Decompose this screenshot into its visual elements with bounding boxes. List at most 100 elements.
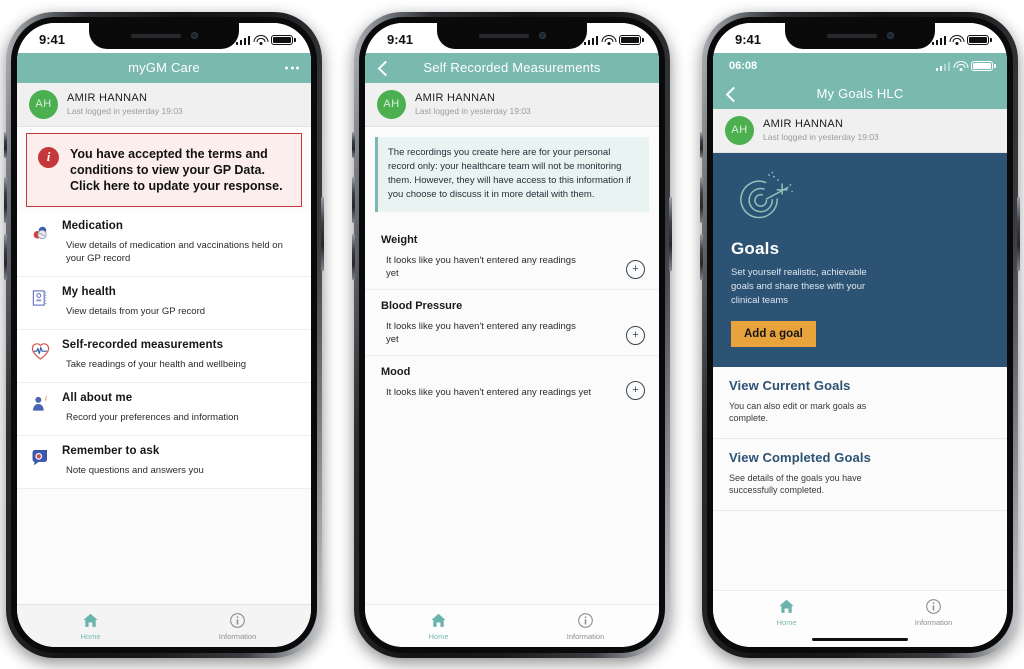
tab-home[interactable]: Home bbox=[17, 605, 164, 647]
phone-device-goals: 9:41 06:08 My Goals HLC AH AMIR HANNAN L… bbox=[700, 11, 1020, 658]
phone-device-home: 9:41 myGM Care AH AMIR HANNAN Last logge… bbox=[4, 11, 324, 658]
tab-home-label: Home bbox=[776, 617, 797, 627]
earpiece-speaker-icon bbox=[478, 33, 529, 38]
user-last-login: Last logged in yesterday 19:03 bbox=[415, 106, 531, 116]
page-title: Self Recorded Measurements bbox=[423, 60, 601, 75]
information-icon bbox=[926, 598, 941, 614]
list-item-all-about-me[interactable]: i All about me Record your preferences a… bbox=[17, 382, 311, 436]
volume-down-button[interactable] bbox=[352, 233, 355, 280]
status-time: 9:41 bbox=[387, 32, 414, 47]
heart-pulse-icon bbox=[30, 339, 52, 371]
user-name: AMIR HANNAN bbox=[415, 92, 496, 104]
goals-description: Set yourself realistic, achievable goals… bbox=[731, 266, 867, 306]
home-indicator[interactable] bbox=[713, 632, 1007, 647]
measurement-title: Mood bbox=[381, 365, 411, 378]
privacy-note: The recordings you create here are for y… bbox=[375, 136, 649, 212]
tab-bar: Home Information bbox=[365, 603, 659, 647]
list-item-my-health[interactable]: My health View details from your GP reco… bbox=[17, 276, 311, 330]
back-chevron-icon[interactable] bbox=[725, 86, 735, 102]
list-item-title: My health bbox=[62, 285, 116, 298]
page-title: My Goals HLC bbox=[816, 86, 904, 101]
tab-home[interactable]: Home bbox=[713, 591, 860, 633]
wifi-icon bbox=[253, 34, 268, 45]
power-button[interactable] bbox=[1017, 196, 1020, 271]
inner-status-time: 06:08 bbox=[729, 59, 758, 72]
terms-alert-text: You have accepted the terms and conditio… bbox=[70, 146, 283, 193]
measurement-title: Blood Pressure bbox=[381, 299, 463, 312]
measurement-block-mood[interactable]: Mood It looks like you haven't entered a… bbox=[365, 355, 659, 410]
tab-information[interactable]: Information bbox=[860, 591, 1007, 633]
front-camera-icon bbox=[190, 32, 198, 39]
volume-up-button[interactable] bbox=[4, 176, 7, 223]
home-icon bbox=[431, 613, 446, 627]
list-item-title: Medication bbox=[62, 219, 124, 232]
earpiece-speaker-icon bbox=[826, 33, 877, 38]
measurement-empty-text: It looks like you haven't entered any re… bbox=[386, 254, 576, 279]
tab-information-label: Information bbox=[218, 631, 257, 641]
goals-title: Goals bbox=[731, 238, 780, 258]
list-item-desc: View details from your GP record bbox=[66, 305, 206, 317]
wifi-icon bbox=[949, 34, 964, 45]
pills-icon bbox=[30, 220, 52, 265]
inner-status-bar: 06:08 bbox=[713, 53, 1007, 79]
list-item-self-recorded-measurements[interactable]: Self-recorded measurements Take readings… bbox=[17, 329, 311, 383]
volume-down-button[interactable] bbox=[4, 233, 7, 280]
mute-switch[interactable] bbox=[352, 131, 355, 158]
mute-switch[interactable] bbox=[4, 131, 7, 158]
volume-up-button[interactable] bbox=[700, 176, 703, 223]
add-a-goal-button[interactable]: Add a goal bbox=[731, 320, 816, 347]
front-camera-icon bbox=[538, 32, 546, 39]
measurement-block-weight[interactable]: Weight It looks like you haven't entered… bbox=[365, 223, 659, 290]
goal-link-desc: See details of the goals you have succes… bbox=[729, 472, 862, 496]
power-button[interactable] bbox=[321, 196, 324, 271]
app-header: Self Recorded Measurements bbox=[365, 52, 659, 83]
volume-up-button[interactable] bbox=[352, 176, 355, 223]
user-strip[interactable]: AH AMIR HANNAN Last logged in yesterday … bbox=[17, 82, 311, 127]
list-item-medication[interactable]: Medication View details of medication an… bbox=[17, 210, 311, 277]
avatar: AH bbox=[725, 115, 754, 145]
terms-alert-banner[interactable]: i You have accepted the terms and condit… bbox=[26, 132, 302, 207]
user-last-login: Last logged in yesterday 19:03 bbox=[67, 106, 183, 116]
home-scroll-area[interactable]: i You have accepted the terms and condit… bbox=[17, 126, 311, 604]
information-icon bbox=[578, 612, 593, 628]
measurements-scroll-area[interactable]: The recordings you create here are for y… bbox=[365, 126, 659, 604]
user-strip[interactable]: AH AMIR HANNAN Last logged in yesterday … bbox=[713, 108, 1007, 153]
front-camera-icon bbox=[886, 32, 894, 39]
tab-bar: Home Information bbox=[17, 603, 311, 647]
user-name: AMIR HANNAN bbox=[763, 118, 844, 130]
power-button[interactable] bbox=[669, 196, 672, 271]
list-item-desc: View details of medication and vaccinati… bbox=[66, 239, 283, 264]
add-icon[interactable]: + bbox=[626, 380, 645, 400]
add-icon[interactable]: + bbox=[626, 259, 645, 279]
notch bbox=[785, 22, 935, 49]
tab-home-label: Home bbox=[80, 631, 101, 641]
notch bbox=[437, 22, 587, 49]
tab-home[interactable]: Home bbox=[365, 605, 512, 647]
user-strip[interactable]: AH AMIR HANNAN Last logged in yesterday … bbox=[365, 82, 659, 127]
svg-text:i: i bbox=[45, 395, 47, 402]
goal-link-desc: You can also edit or mark goals as compl… bbox=[729, 400, 867, 424]
list-item-remember-to-ask[interactable]: Remember to ask Note questions and answe… bbox=[17, 435, 311, 489]
status-time: 9:41 bbox=[39, 32, 66, 47]
list-item-desc: Note questions and answers you bbox=[66, 464, 204, 476]
tab-information-label: Information bbox=[566, 631, 605, 641]
measurement-block-blood-pressure[interactable]: Blood Pressure It looks like you haven't… bbox=[365, 289, 659, 356]
link-view-current-goals[interactable]: View Current Goals You can also edit or … bbox=[713, 366, 1007, 439]
tab-information[interactable]: Information bbox=[512, 605, 659, 647]
user-name: AMIR HANNAN bbox=[67, 92, 148, 104]
tab-home-label: Home bbox=[428, 631, 449, 641]
list-item-title: Remember to ask bbox=[62, 444, 160, 457]
goal-link-title: View Completed Goals bbox=[729, 449, 871, 465]
phone-device-measurements: 9:41 Self Recorded Measurements AH AMIR … bbox=[352, 11, 672, 658]
user-last-login: Last logged in yesterday 19:03 bbox=[763, 132, 879, 142]
link-view-completed-goals[interactable]: View Completed Goals See details of the … bbox=[713, 438, 1007, 511]
add-icon[interactable]: + bbox=[626, 325, 645, 345]
volume-down-button[interactable] bbox=[700, 233, 703, 280]
signal-bars-icon bbox=[935, 61, 950, 71]
overflow-menu-icon[interactable] bbox=[285, 66, 299, 69]
back-chevron-icon[interactable] bbox=[377, 60, 387, 76]
goals-scroll-area[interactable]: Goals Set yourself realistic, achievable… bbox=[713, 152, 1007, 590]
tab-information[interactable]: Information bbox=[164, 605, 311, 647]
mute-switch[interactable] bbox=[700, 131, 703, 158]
app-header: myGM Care bbox=[17, 52, 311, 83]
